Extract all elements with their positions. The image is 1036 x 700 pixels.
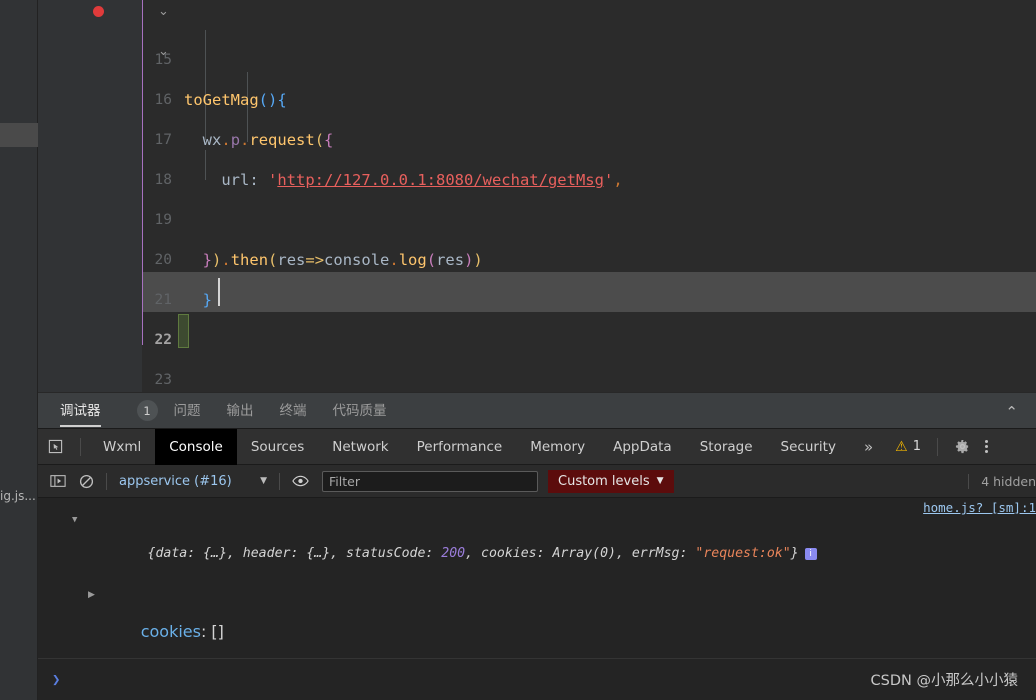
warning-triangle-icon: ⚠ <box>895 438 908 455</box>
devtools-tab-sources[interactable]: Sources <box>237 429 318 465</box>
divider <box>279 472 280 490</box>
left-rail-file-label[interactable]: ig.js... <box>0 489 38 503</box>
devtools-tab-memory[interactable]: Memory <box>516 429 599 465</box>
debugger-badge-count: 1 <box>136 400 158 421</box>
devtools-tab-label: Console <box>169 438 223 455</box>
devtools-tab-wxml[interactable]: Wxml <box>89 429 155 465</box>
ide-tab-output[interactable]: 输出 <box>227 393 254 429</box>
devtools-tab-label: Network <box>332 438 389 455</box>
devtools-tab-appdata[interactable]: AppData <box>599 429 686 465</box>
devtools-tab-label: Wxml <box>103 438 142 455</box>
code-line-current[interactable]: 22 <box>38 280 1036 348</box>
devtools-tab-network[interactable]: Network <box>318 429 402 465</box>
ide-tab-terminal[interactable]: 终端 <box>280 393 307 429</box>
gear-icon[interactable] <box>946 439 979 454</box>
kebab-menu-icon[interactable] <box>979 440 994 453</box>
clear-console-icon[interactable] <box>72 465 100 498</box>
execution-context-select[interactable]: appservice (#16) ▼ <box>113 474 273 489</box>
hidden-messages-count: 4 hidden <box>968 473 1036 489</box>
console-object-preview: {data: {…}, header: {…}, statusCode: 200… <box>147 546 799 561</box>
devtools-tab-security[interactable]: Security <box>767 429 850 465</box>
devtools-tab-performance[interactable]: Performance <box>403 429 517 465</box>
ide-tab-code-quality[interactable]: 代码质量 <box>333 393 387 429</box>
console-sidebar-toggle-icon[interactable] <box>44 465 72 498</box>
console-prompt-row[interactable]: ❯ CSDN @小那么小小猿 <box>38 658 1036 700</box>
ide-window: ig.js... ⌄ ⌄ 15 toGetMag(){ 16 wx.p.requ… <box>0 0 1036 700</box>
left-sidebar-rail[interactable]: ig.js... <box>0 0 38 700</box>
console-object-property[interactable]: ▶ cookies: [] <box>38 584 1036 660</box>
divider <box>80 437 81 456</box>
chevron-down-icon: ▼ <box>260 476 267 486</box>
code-line[interactable]: 15 toGetMag(){ <box>38 0 1036 109</box>
console-output[interactable]: home.js? [sm]:1 ▼ {data: {…}, header: {…… <box>38 498 1036 679</box>
devtools-tab-label: Performance <box>416 438 503 455</box>
property-text: cookies: [] <box>140 622 224 641</box>
divider <box>106 472 107 490</box>
devtools-tab-storage[interactable]: Storage <box>686 429 767 465</box>
devtools-tab-label: Security <box>780 438 836 455</box>
code-line[interactable]: 21 <box>38 240 1036 308</box>
warning-count: 1 <box>912 439 921 454</box>
code-line[interactable]: 18 <box>38 120 1036 188</box>
left-rail-selected-item[interactable] <box>0 123 38 147</box>
console-filter-input[interactable]: Filter <box>322 470 538 492</box>
log-levels-dropdown[interactable]: Custom levels ▼ <box>548 469 674 493</box>
ide-tab-label: 输出 <box>226 402 254 419</box>
info-badge-icon[interactable]: i <box>804 548 817 560</box>
code-line[interactable]: 19 }).then(res=>console.log(res)) <box>38 160 1036 269</box>
devtools-tab-label: AppData <box>613 438 672 455</box>
prompt-chevron-icon: ❯ <box>52 671 61 688</box>
code-line[interactable]: 17 url: 'http://127.0.0.1:8080/wechat/ge… <box>38 80 1036 189</box>
inspect-element-icon[interactable] <box>38 429 72 465</box>
ide-tab-label: 终端 <box>279 402 307 419</box>
divider <box>937 437 938 456</box>
devtools-tabbar[interactable]: Wxml Console Sources Network Performance… <box>38 428 1036 465</box>
ide-tab-label: 问题 <box>173 402 201 419</box>
console-toolbar[interactable]: appservice (#16) ▼ Filter Custom levels … <box>38 465 1036 498</box>
code-line[interactable]: 20 } <box>38 200 1036 309</box>
ide-tab-problems[interactable]: 问题 <box>174 393 201 429</box>
ide-tab-label: 代码质量 <box>332 402 387 419</box>
devtools-tab-label: Storage <box>699 438 753 455</box>
devtools-tab-label: Sources <box>250 438 305 455</box>
expand-triangle-icon[interactable]: ▶ <box>88 590 95 600</box>
devtools-tab-label: Memory <box>530 438 586 455</box>
ide-tab-debugger[interactable]: 调试器 <box>60 393 101 429</box>
devtools-tab-console[interactable]: Console <box>155 428 237 465</box>
console-log-entry[interactable]: ▼ {data: {…}, header: {…}, statusCode: 2… <box>38 504 1036 584</box>
ide-bottom-tabbar[interactable]: 调试器 1 问题 输出 终端 代码质量 ⌃ <box>38 392 1036 428</box>
ide-tab-label: 调试器 <box>60 402 101 419</box>
more-tabs-icon[interactable]: » <box>850 438 887 456</box>
collapse-panel-icon[interactable]: ⌃ <box>1005 403 1018 421</box>
watermark-text: CSDN @小那么小小猿 <box>870 673 1018 689</box>
live-expression-eye-icon[interactable] <box>286 465 314 498</box>
expand-triangle-icon[interactable]: ▼ <box>72 510 77 530</box>
code-editor[interactable]: ⌄ ⌄ 15 toGetMag(){ 16 wx.p.request({ 17 … <box>38 0 1036 429</box>
warning-indicator[interactable]: ⚠ 1 <box>887 439 929 455</box>
devtools-panel: Wxml Console Sources Network Performance… <box>38 428 1036 700</box>
log-levels-label: Custom levels <box>558 473 650 489</box>
chevron-down-icon: ▼ <box>656 476 664 486</box>
code-line[interactable]: 16 wx.p.request({ <box>38 40 1036 149</box>
code-line[interactable]: 23 }) <box>38 320 1036 429</box>
execution-context-value: appservice (#16) <box>119 473 232 489</box>
